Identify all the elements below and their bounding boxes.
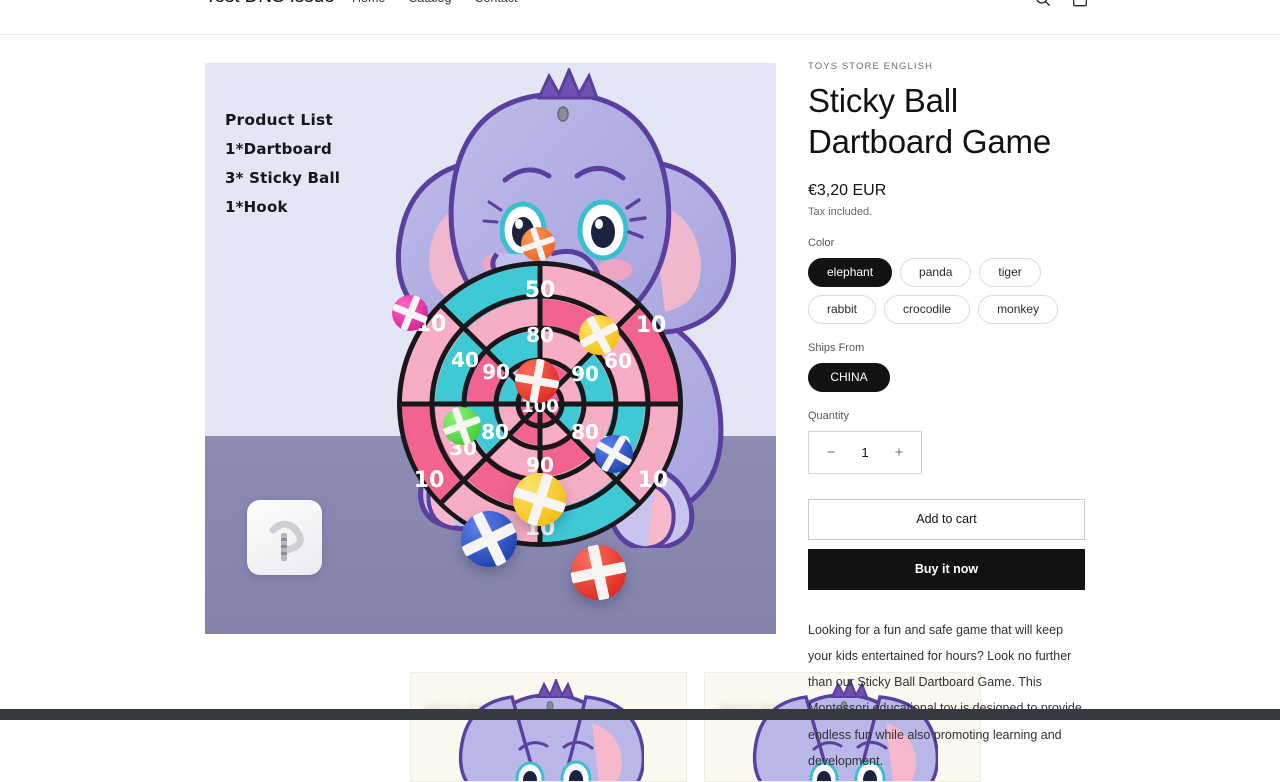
- color-option-elephant[interactable]: elephant: [808, 258, 892, 287]
- loose-ball-yellow: [513, 473, 566, 526]
- product-title: Sticky Ball Dartboard Game: [808, 80, 1085, 163]
- product-vendor: TOYS STORE ENGLISH: [808, 61, 1085, 72]
- color-options: elephant panda tiger rabbit crocodile mo…: [808, 258, 1085, 324]
- thumbnail-1[interactable]: Sticky Ball Dartboard Game: [410, 672, 687, 782]
- sticky-ball-yellow: [579, 315, 619, 355]
- svg-text:10: 10: [636, 313, 667, 338]
- buy-it-now-button[interactable]: Buy it now: [808, 549, 1085, 590]
- header-actions: [1033, 0, 1090, 9]
- bottom-status-bar: [0, 709, 1280, 720]
- sticky-ball-orange: [521, 227, 555, 261]
- svg-text:80: 80: [526, 323, 554, 347]
- ships-from-options: CHINA: [808, 363, 1085, 392]
- svg-text:80: 80: [481, 420, 509, 444]
- ships-from-option-china[interactable]: CHINA: [808, 363, 890, 392]
- product-description: Looking for a fun and safe game that wil…: [808, 617, 1085, 775]
- main-navigation: Home Catalog Contact: [352, 0, 518, 5]
- product-price: €3,20 EUR: [808, 182, 1085, 200]
- tax-note: Tax included.: [808, 206, 1085, 218]
- color-option-rabbit[interactable]: rabbit: [808, 295, 876, 324]
- color-option-label: Color: [808, 237, 1085, 249]
- product-main-image[interactable]: Product List 1*Dartboard 3* Sticky Ball …: [205, 63, 776, 634]
- product-list-overlay: Product List 1*Dartboard 3* Sticky Ball …: [225, 105, 340, 222]
- product-list-title: Product List: [225, 105, 340, 135]
- loose-ball-red: [571, 545, 626, 600]
- nav-link-home[interactable]: Home: [352, 0, 385, 5]
- site-header: Test DNS Issue Home Catalog Contact: [0, 0, 1280, 35]
- loose-ball-blue: [461, 511, 517, 567]
- sticky-ball-green: [443, 407, 481, 445]
- quantity-value: 1: [861, 445, 868, 460]
- add-to-cart-button[interactable]: Add to cart: [808, 499, 1085, 540]
- color-option-panda[interactable]: panda: [900, 258, 971, 287]
- ships-from-label: Ships From: [808, 342, 1085, 354]
- product-list-item-1: 1*Dartboard: [225, 135, 340, 164]
- svg-text:80: 80: [571, 420, 599, 444]
- sticky-ball-red: [515, 359, 559, 403]
- nav-link-contact[interactable]: Contact: [474, 0, 517, 5]
- adhesive-hook: [247, 500, 322, 575]
- search-icon[interactable]: [1033, 0, 1053, 9]
- quantity-increase-button[interactable]: +: [891, 445, 907, 460]
- svg-text:10: 10: [638, 468, 669, 493]
- quantity-label: Quantity: [808, 410, 1085, 422]
- nav-link-catalog[interactable]: Catalog: [408, 0, 451, 5]
- color-option-tiger[interactable]: tiger: [979, 258, 1040, 287]
- svg-text:40: 40: [451, 348, 479, 372]
- product-page: Product List 1*Dartboard 3* Sticky Ball …: [0, 35, 1280, 720]
- sticky-ball-blue: [595, 435, 633, 473]
- color-option-monkey[interactable]: monkey: [978, 295, 1058, 324]
- cart-icon[interactable]: [1070, 0, 1090, 9]
- svg-text:10: 10: [414, 468, 445, 493]
- svg-text:50: 50: [525, 278, 556, 303]
- site-logo[interactable]: Test DNS Issue: [205, 0, 335, 8]
- elephant-thumbnail-icon-1: [454, 679, 644, 782]
- product-gallery: Product List 1*Dartboard 3* Sticky Ball …: [205, 63, 776, 634]
- color-option-crocodile[interactable]: crocodile: [884, 295, 970, 324]
- svg-text:90: 90: [482, 360, 510, 384]
- product-list-item-2: 3* Sticky Ball: [225, 164, 340, 193]
- quantity-stepper[interactable]: − 1 +: [808, 431, 922, 474]
- product-list-item-3: 1*Hook: [225, 193, 340, 222]
- sticky-ball-pink: [392, 295, 428, 331]
- svg-text:90: 90: [571, 362, 599, 386]
- quantity-decrease-button[interactable]: −: [823, 445, 839, 460]
- product-info: TOYS STORE ENGLISH Sticky Ball Dartboard…: [808, 61, 1085, 774]
